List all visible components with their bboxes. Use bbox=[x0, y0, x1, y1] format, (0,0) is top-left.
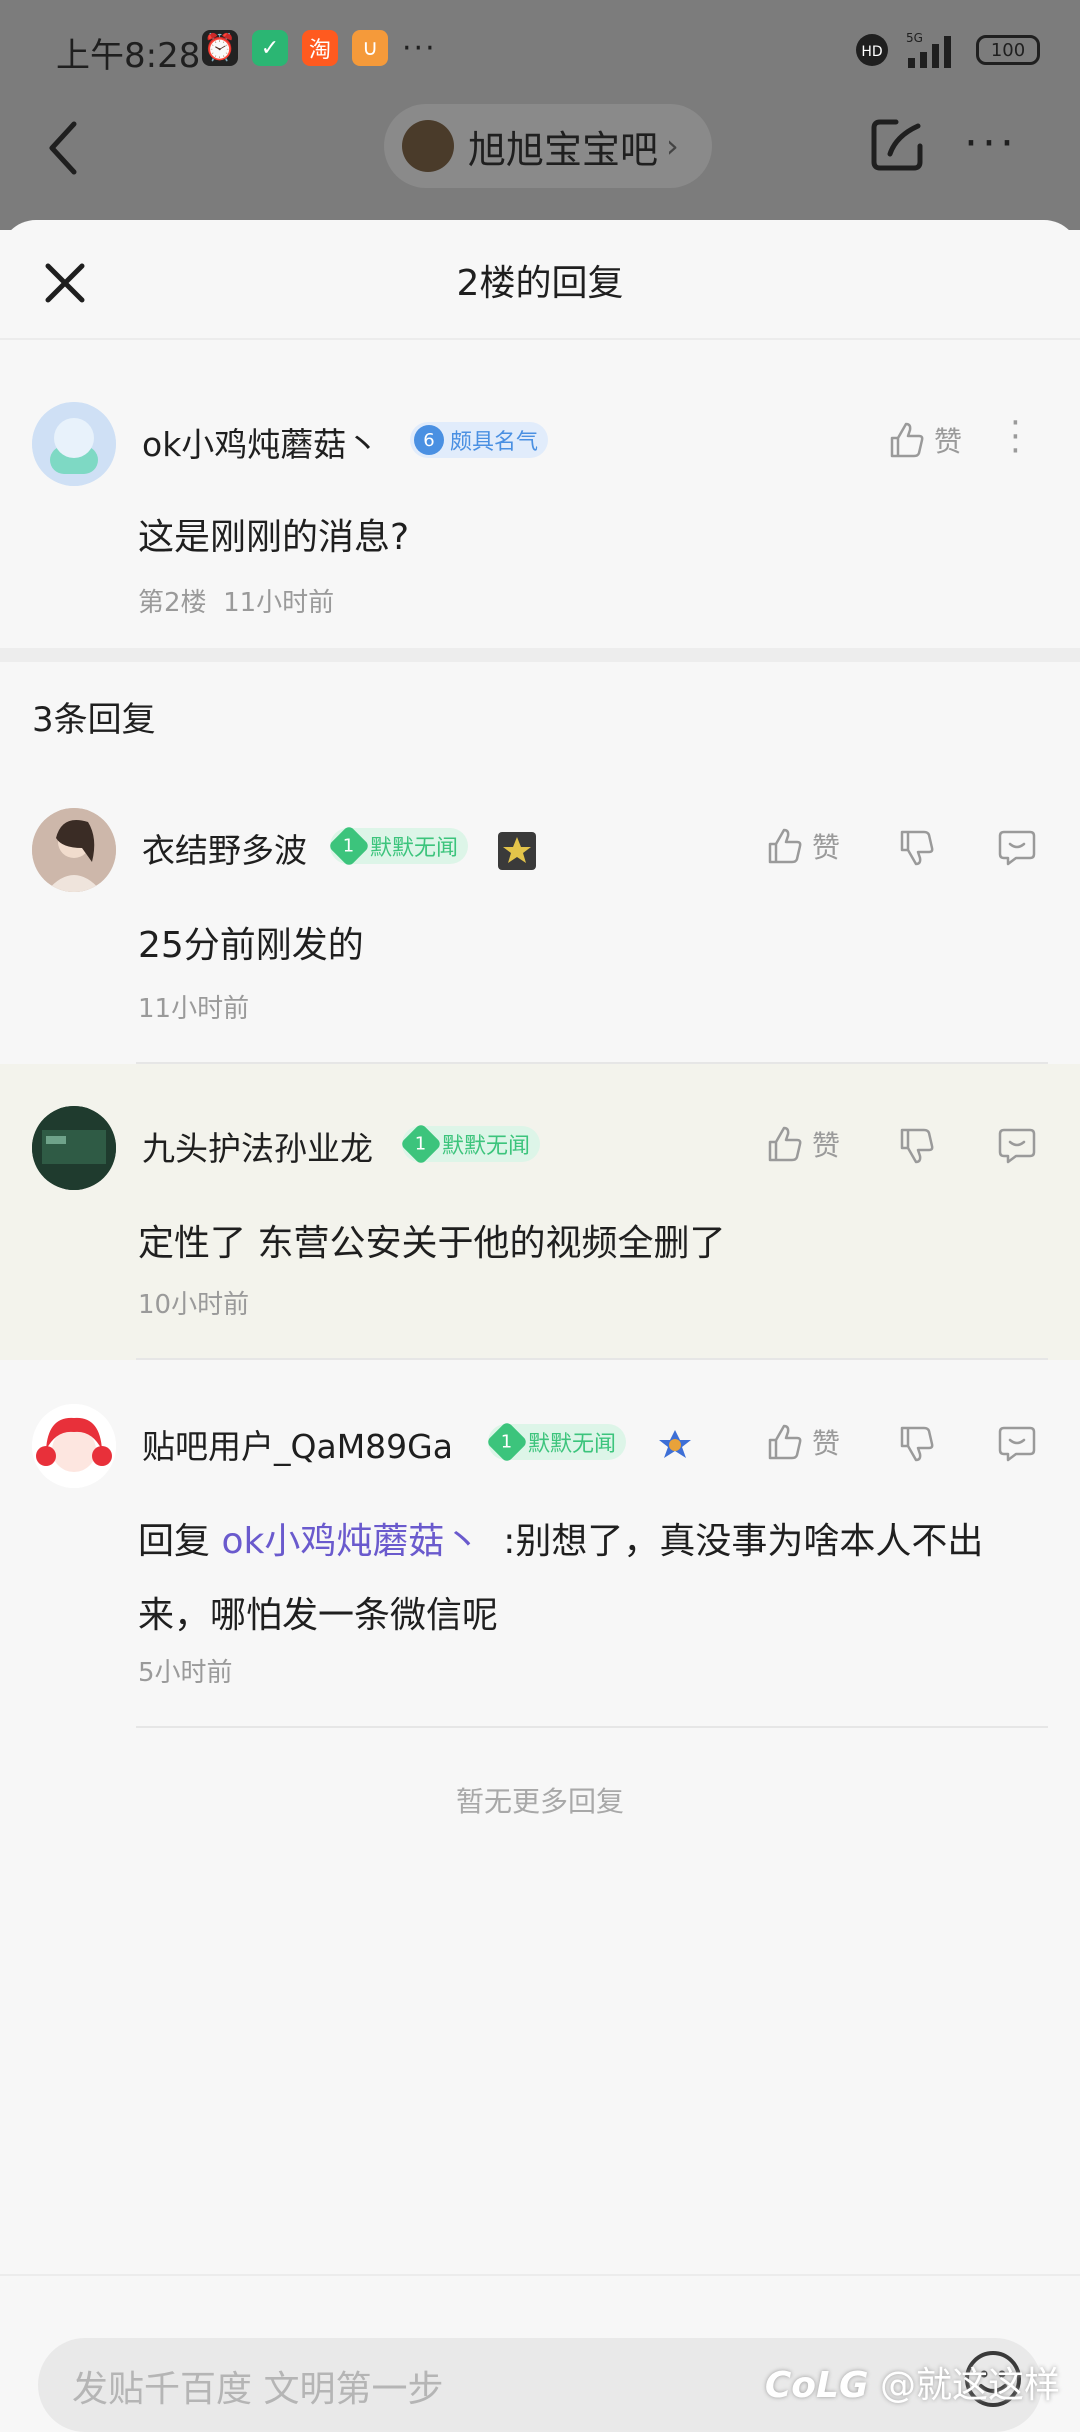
comment-icon[interactable] bbox=[996, 1424, 1038, 1464]
divider bbox=[136, 1358, 1048, 1360]
status-bar: 上午8:28 ⏰ ✓ 淘 ∪ ··· HD 5G 100 bbox=[0, 0, 1080, 100]
thumbs-up-icon bbox=[890, 422, 924, 458]
thumbs-down-icon[interactable] bbox=[896, 1424, 936, 1464]
like-button[interactable]: 赞 bbox=[886, 420, 962, 460]
level-number: 1 bbox=[327, 824, 371, 868]
like-label: 赞 bbox=[812, 831, 841, 864]
uc-browser-icon: ∪ bbox=[352, 30, 388, 66]
reply-content: 25分前刚发的 bbox=[138, 925, 364, 966]
thumbs-down-icon[interactable] bbox=[896, 828, 936, 868]
divider bbox=[136, 1726, 1048, 1728]
post-floor: 第2楼 bbox=[138, 588, 207, 618]
share-icon[interactable] bbox=[866, 114, 928, 176]
status-time: 上午8:28 bbox=[56, 36, 201, 76]
reply-time: 5小时前 bbox=[138, 1658, 233, 1688]
reply-text: :别想了，真没事为啥本人不出 bbox=[503, 1521, 984, 1562]
level-title: 默默无闻 bbox=[370, 836, 459, 861]
comment-icon[interactable] bbox=[996, 1126, 1038, 1166]
divider bbox=[0, 338, 1080, 340]
more-notifications-icon: ··· bbox=[402, 30, 437, 66]
taobao-icon: 淘 bbox=[302, 30, 338, 66]
reply-content: 定性了 东营公安关于他的视频全删了 bbox=[138, 1223, 726, 1264]
level-title: 颇具名气 bbox=[450, 430, 539, 455]
post-meta: 第2楼 11小时前 bbox=[138, 582, 334, 619]
chevron-right-icon: › bbox=[666, 127, 679, 165]
status-app-icons: ⏰ ✓ 淘 ∪ ··· bbox=[202, 30, 437, 66]
post-more-icon[interactable]: · · · bbox=[1010, 406, 1021, 468]
reply-username[interactable]: 衣结野多波 bbox=[142, 824, 307, 872]
reply-count: 3条回复 bbox=[32, 700, 156, 740]
avatar[interactable] bbox=[32, 1106, 116, 1190]
post-username[interactable]: ok小鸡炖蘑菇丶 bbox=[142, 418, 379, 466]
medal-icon bbox=[498, 832, 536, 870]
forum-pill[interactable]: 旭旭宝宝吧 › bbox=[384, 104, 712, 188]
avatar[interactable] bbox=[32, 402, 116, 486]
avatar[interactable] bbox=[32, 1404, 116, 1488]
level-number: 6 bbox=[414, 425, 444, 455]
back-arrow-icon[interactable] bbox=[44, 118, 84, 178]
section-divider bbox=[0, 648, 1080, 662]
like-label: 赞 bbox=[812, 1427, 841, 1460]
level-number: 1 bbox=[485, 1420, 529, 1464]
signal-icon: 5G bbox=[906, 31, 951, 68]
reply-content-line2: 来，哪怕发一条微信呢 bbox=[138, 1595, 499, 1636]
hd-label: HD bbox=[861, 44, 882, 60]
reply-to-user-link[interactable]: ok小鸡炖蘑菇丶 bbox=[221, 1521, 480, 1562]
level-title: 默默无闻 bbox=[442, 1134, 531, 1159]
reply-content-line1: 回复 ok小鸡炖蘑菇丶 :别想了，真没事为啥本人不出 bbox=[138, 1512, 983, 1564]
level-badge: 1 默默无闻 bbox=[485, 1420, 627, 1464]
reply-time: 10小时前 bbox=[138, 1290, 250, 1320]
level-badge: 6 颇具名气 bbox=[410, 422, 549, 458]
comment-icon[interactable] bbox=[996, 828, 1038, 868]
reply-username[interactable]: 贴吧用户_QaM89Ga bbox=[142, 1420, 453, 1468]
thumbs-up-icon bbox=[768, 1126, 802, 1162]
thumbs-up-icon bbox=[768, 828, 802, 864]
more-options-icon[interactable]: ··· bbox=[964, 118, 1018, 169]
watermark: CoLG @就这这样 bbox=[765, 2356, 1060, 2408]
rank-badge-icon bbox=[659, 1430, 691, 1458]
like-label: 赞 bbox=[934, 425, 963, 458]
thumbs-up-icon bbox=[768, 1424, 802, 1460]
status-right: HD 5G 100 bbox=[854, 30, 1040, 70]
reply-sheet: 2楼的回复 ok小鸡炖蘑菇丶 6 颇具名气 赞 · · · 这是刚刚的消息? 第2楼… bbox=[0, 220, 1080, 2400]
shield-app-icon: ✓ bbox=[252, 30, 288, 66]
divider bbox=[0, 2274, 1080, 2276]
avatar[interactable] bbox=[32, 808, 116, 892]
no-more-replies: 暂无更多回复 bbox=[455, 1785, 624, 1818]
hd-call-icon: HD bbox=[856, 34, 888, 66]
like-button[interactable]: 赞 bbox=[764, 1124, 840, 1164]
like-button[interactable]: 赞 bbox=[764, 826, 840, 866]
post-time: 11小时前 bbox=[223, 588, 335, 618]
reply-username[interactable]: 九头护法孙业龙 bbox=[142, 1122, 373, 1170]
level-title: 默默无闻 bbox=[528, 1432, 617, 1457]
sheet-title: 2楼的回复 bbox=[456, 263, 624, 304]
forum-name: 旭旭宝宝吧 bbox=[468, 127, 659, 172]
reply-time: 11小时前 bbox=[138, 994, 250, 1024]
battery-indicator: 100 bbox=[976, 35, 1040, 65]
forum-avatar bbox=[402, 120, 454, 172]
network-type: 5G bbox=[906, 31, 923, 45]
like-button[interactable]: 赞 bbox=[764, 1422, 840, 1462]
battery-level: 100 bbox=[990, 39, 1026, 61]
post-content: 这是刚刚的消息? bbox=[138, 517, 410, 558]
alarm-icon: ⏰ bbox=[202, 30, 238, 66]
level-badge: 1 默默无闻 bbox=[327, 824, 469, 868]
level-badge: 1 默默无闻 bbox=[399, 1122, 541, 1166]
reply-prefix: 回复 bbox=[138, 1521, 211, 1562]
like-label: 赞 bbox=[812, 1129, 841, 1162]
reply-input-placeholder[interactable]: 发贴千百度 文明第一步 bbox=[72, 2360, 443, 2412]
thumbs-down-icon[interactable] bbox=[896, 1126, 936, 1166]
